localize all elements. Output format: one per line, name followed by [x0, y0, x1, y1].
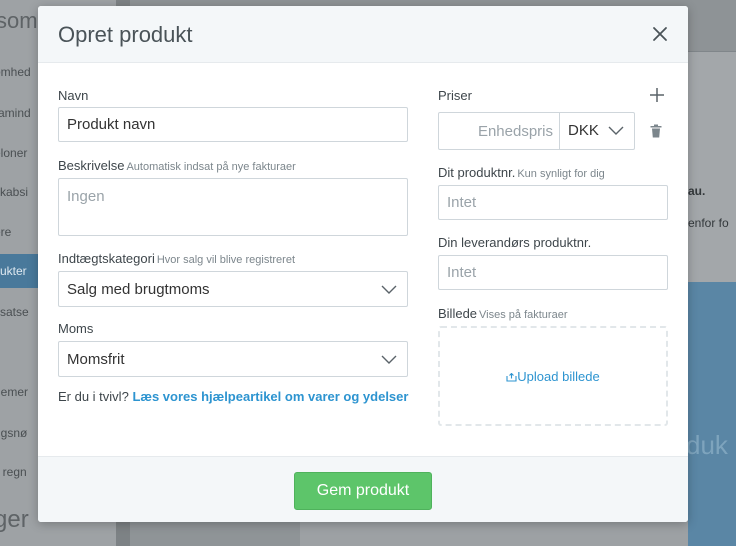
vat-label: Moms	[58, 321, 93, 336]
description-label: Beskrivelse Automatisk indsat på nye fakt…	[58, 158, 296, 173]
supplier-number-input[interactable]	[438, 255, 668, 290]
price-group: DKK	[438, 112, 635, 150]
vat-label-text: Moms	[58, 321, 94, 336]
income-category-label-text: Indtægtskategori	[58, 251, 155, 266]
image-upload-area[interactable]: Upload billede	[438, 326, 668, 426]
product-number-hint: Kun synligt for dig	[517, 168, 605, 180]
product-number-label-text: Dit produktnr.	[438, 165, 516, 180]
chevron-down-icon	[381, 285, 397, 294]
help-prefix: Er du i tvivl?	[58, 389, 129, 404]
help-line: Er du i tvivl? Læs vores hjælpeartikel o…	[58, 389, 408, 404]
image-label-text: Billede	[438, 306, 478, 321]
product-number-input[interactable]	[438, 185, 668, 220]
name-label: Navn	[58, 88, 88, 103]
description-label-text: Beskrivelse	[58, 158, 125, 173]
vat-value: Momsfrit	[67, 351, 125, 368]
create-product-modal: Opret produkt Navn BeskrivelseAutomatisk…	[38, 6, 688, 522]
supplier-number-label-text: Din leverandørs produktnr.	[438, 235, 592, 250]
upload-icon	[506, 372, 517, 382]
background-sidebar-footer: ger	[0, 506, 29, 533]
description-textarea[interactable]	[58, 178, 408, 236]
background-sidebar-item: ssatse	[0, 305, 29, 319]
background-sidebar-item-active: ukter	[0, 254, 38, 288]
background-text: enfor fo	[688, 216, 729, 230]
prices-label: Priser	[438, 88, 472, 103]
background-strip	[130, 520, 300, 546]
income-category-value: Salg med brugtmoms	[67, 281, 210, 298]
modal-header: Opret produkt	[38, 6, 688, 63]
upload-image-button[interactable]: Upload billede	[440, 369, 666, 384]
background-heading: duk	[686, 430, 728, 460]
background-sidebar-item: ere	[0, 225, 12, 239]
income-category-label: Indtægtskategori Hvor salg vil blive regi…	[58, 251, 295, 266]
income-category-hint: Hvor salg vil blive registreret	[156, 254, 295, 266]
background-sidebar-item: nemer	[0, 385, 29, 399]
description-hint: Automatisk indsat på nye fakturaer	[126, 161, 296, 173]
modal-footer: Gem produkt	[38, 456, 688, 522]
background-text: au.	[688, 184, 706, 198]
background-sidebar-item: skabsi	[0, 185, 29, 199]
name-label-text: Navn	[58, 88, 89, 103]
trash-icon	[650, 124, 662, 138]
background-sidebar-item: ramind	[0, 106, 31, 120]
currency-value: DKK	[568, 122, 599, 139]
save-product-button[interactable]: Gem produkt	[294, 472, 432, 510]
background-sidebar-item: omhed	[0, 65, 31, 79]
background-brand: som	[0, 8, 38, 33]
background-blue-panel	[688, 282, 736, 546]
name-input[interactable]	[58, 107, 408, 142]
help-article-link[interactable]: Læs vores hjælpeartikel om varer og ydel…	[132, 389, 408, 404]
product-number-label: Dit produktnr. Kun synligt for dig	[438, 165, 605, 180]
plus-icon	[650, 88, 664, 102]
background-sidebar-item: il regn	[0, 465, 27, 479]
prices-label-text: Priser	[438, 88, 472, 103]
image-label: Billede Vises på fakturaer	[438, 306, 568, 321]
chevron-down-icon	[608, 126, 624, 135]
background-sidebar-item: ngsnø	[0, 426, 28, 440]
modal-title: Opret produkt	[58, 22, 193, 47]
background-panel	[688, 52, 736, 282]
vat-select[interactable]: Momsfrit	[58, 341, 408, 377]
currency-select[interactable]: DKK	[559, 113, 634, 149]
delete-price-button[interactable]	[650, 124, 662, 138]
chevron-down-icon	[381, 355, 397, 364]
supplier-number-label: Din leverandørs produktnr.	[438, 235, 591, 250]
close-button[interactable]	[648, 22, 672, 46]
close-icon	[653, 27, 667, 41]
income-category-select[interactable]: Salg med brugtmoms	[58, 271, 408, 307]
unit-price-input[interactable]	[439, 113, 559, 149]
upload-image-label: Upload billede	[517, 369, 600, 384]
background-sidebar-item: eloner	[0, 146, 28, 160]
add-price-button[interactable]	[648, 86, 666, 104]
image-hint: Vises på fakturaer	[479, 309, 568, 321]
